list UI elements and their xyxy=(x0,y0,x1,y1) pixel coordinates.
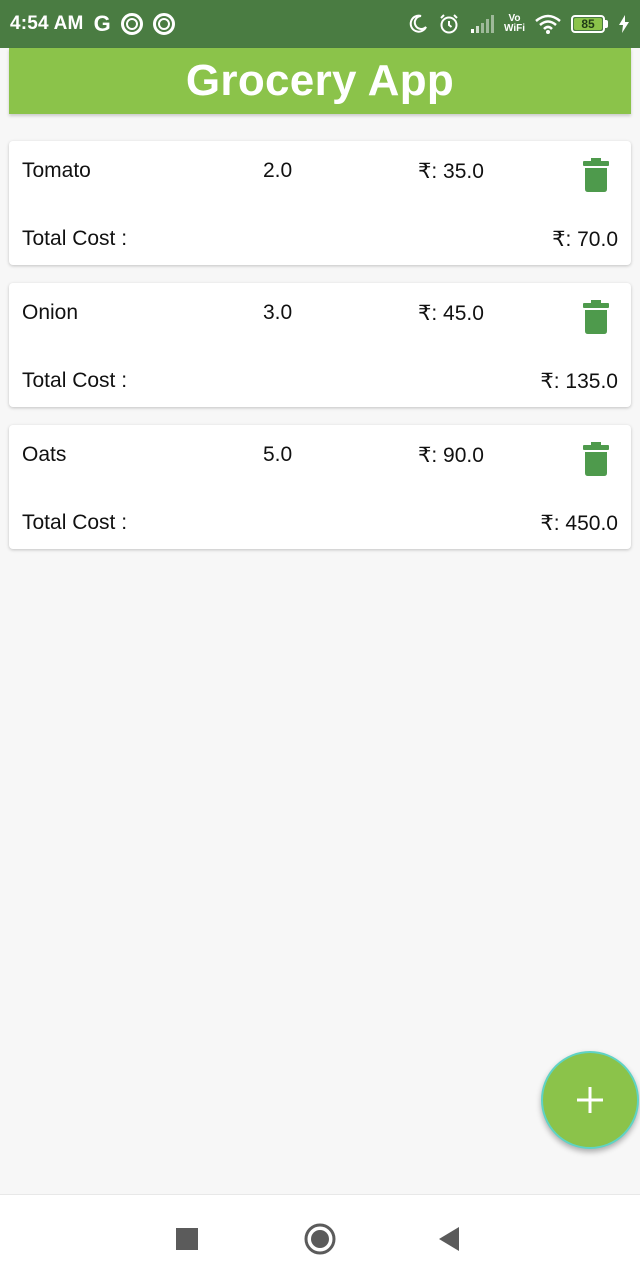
total-cost-label: Total Cost : xyxy=(22,369,128,392)
vowifi-icon: Vo WiFi xyxy=(503,13,525,34)
item-name: Tomato xyxy=(22,159,91,182)
grocery-item-card: Onion 3.0 ₹: 45.0 Total Cost : ₹: 135.0 xyxy=(9,283,631,407)
total-cost-value: ₹: 450.0 xyxy=(540,512,618,535)
google-icon: G xyxy=(93,11,111,36)
grocery-item-card: Tomato 2.0 ₹: 35.0 Total Cost : ₹: 70.0 xyxy=(9,141,631,265)
alarm-icon xyxy=(438,13,460,35)
notification-app-icon xyxy=(120,13,143,35)
grocery-item-card: Oats 5.0 ₹: 90.0 Total Cost : ₹: 450.0 xyxy=(9,425,631,549)
back-button[interactable] xyxy=(430,1221,470,1257)
item-quantity: 5.0 xyxy=(263,443,293,466)
item-quantity: 2.0 xyxy=(263,159,293,182)
total-cost-label: Total Cost : xyxy=(22,227,128,250)
app-title: Grocery App xyxy=(185,56,455,105)
trash-icon xyxy=(583,300,609,334)
home-button[interactable] xyxy=(300,1221,340,1257)
item-name: Onion xyxy=(22,301,79,324)
item-price: ₹: 35.0 xyxy=(418,160,484,183)
charging-icon xyxy=(618,15,630,33)
plus-icon xyxy=(577,1087,603,1113)
item-price: ₹: 45.0 xyxy=(418,302,484,325)
triangle-back-icon xyxy=(439,1227,459,1251)
status-bar: 4:54 AM G Vo WiFi 85 xyxy=(0,0,640,48)
item-name: Oats xyxy=(22,443,67,466)
trash-icon xyxy=(583,442,609,476)
circle-icon xyxy=(304,1223,336,1255)
delete-item-button[interactable] xyxy=(579,155,613,195)
grocery-list: Tomato 2.0 ₹: 35.0 Total Cost : ₹: 70.0 … xyxy=(9,141,631,567)
moon-icon xyxy=(408,14,428,34)
add-item-fab[interactable] xyxy=(541,1051,639,1149)
status-time: 4:54 AM xyxy=(10,13,84,34)
delete-item-button[interactable] xyxy=(579,439,613,479)
total-cost-label: Total Cost : xyxy=(22,511,128,534)
trash-icon xyxy=(583,158,609,192)
battery-level: 85 xyxy=(574,17,602,31)
total-cost-value: ₹: 70.0 xyxy=(552,228,618,251)
total-cost-value: ₹: 135.0 xyxy=(540,370,618,393)
square-icon xyxy=(176,1228,198,1250)
delete-item-button[interactable] xyxy=(579,297,613,337)
item-price: ₹: 90.0 xyxy=(418,444,484,467)
item-quantity: 3.0 xyxy=(263,301,293,324)
app-bar: Grocery App xyxy=(9,48,631,114)
signal-icon xyxy=(470,15,494,33)
wifi-icon xyxy=(535,14,561,34)
notification-app-icon-2 xyxy=(152,13,175,35)
recents-button[interactable] xyxy=(167,1221,207,1257)
battery-icon: 85 xyxy=(571,15,608,33)
